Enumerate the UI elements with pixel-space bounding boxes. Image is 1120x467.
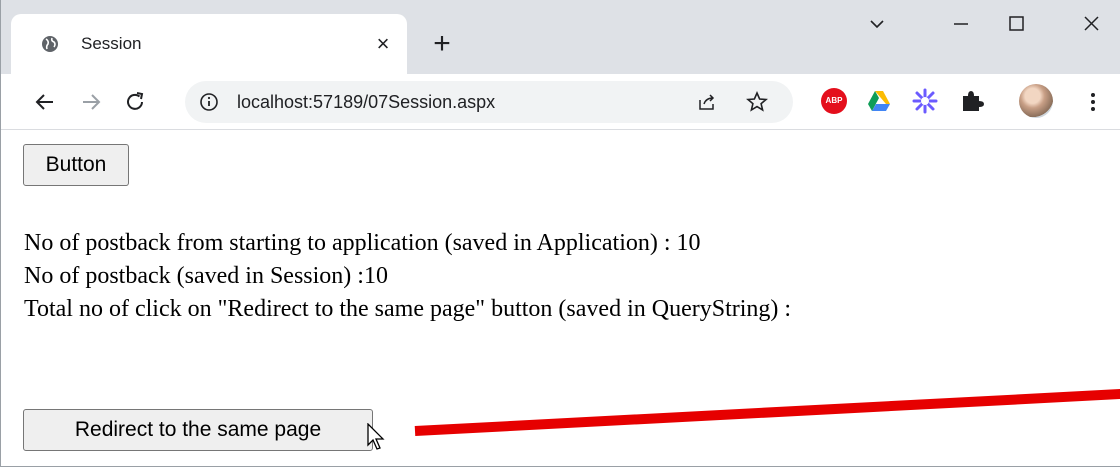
address-bar[interactable]: localhost:57189/07Session.aspx — [185, 81, 793, 123]
toolbar: localhost:57189/07Session.aspx ABP — [1, 74, 1120, 130]
info-icon[interactable] — [199, 92, 219, 117]
globe-icon — [41, 35, 59, 53]
tab-close-icon[interactable]: × — [371, 32, 395, 56]
google-drive-icon[interactable] — [865, 87, 895, 117]
tab-title: Session — [81, 34, 142, 53]
chevron-down-icon[interactable] — [857, 14, 897, 44]
mouse-cursor-icon — [367, 423, 385, 450]
reload-icon[interactable] — [119, 86, 151, 118]
new-tab-button[interactable]: + — [427, 29, 457, 59]
share-icon[interactable] — [697, 92, 717, 117]
browser-window: Session × + localhost:57189/07Session.as… — [0, 0, 1120, 467]
tab-session[interactable]: Session × — [11, 14, 407, 74]
page-content: Button No of postback from starting to a… — [1, 130, 1120, 466]
close-icon[interactable] — [1071, 14, 1111, 44]
extension-sparkle-icon[interactable] — [911, 87, 941, 117]
adblock-extension-icon[interactable]: ABP — [819, 87, 849, 117]
extensions-puzzle-icon[interactable] — [959, 87, 989, 117]
maximize-icon[interactable] — [996, 14, 1036, 44]
bookmark-star-icon[interactable] — [745, 90, 769, 119]
minimize-icon[interactable] — [941, 14, 981, 44]
menu-dots-icon[interactable] — [1077, 86, 1109, 118]
annotation-arrow — [414, 389, 1120, 436]
profile-avatar[interactable] — [1019, 84, 1053, 118]
url-text[interactable]: localhost:57189/07Session.aspx — [237, 92, 495, 113]
tab-strip: Session × + — [1, 0, 1120, 74]
back-icon[interactable] — [29, 86, 61, 118]
forward-icon[interactable] — [75, 86, 107, 118]
